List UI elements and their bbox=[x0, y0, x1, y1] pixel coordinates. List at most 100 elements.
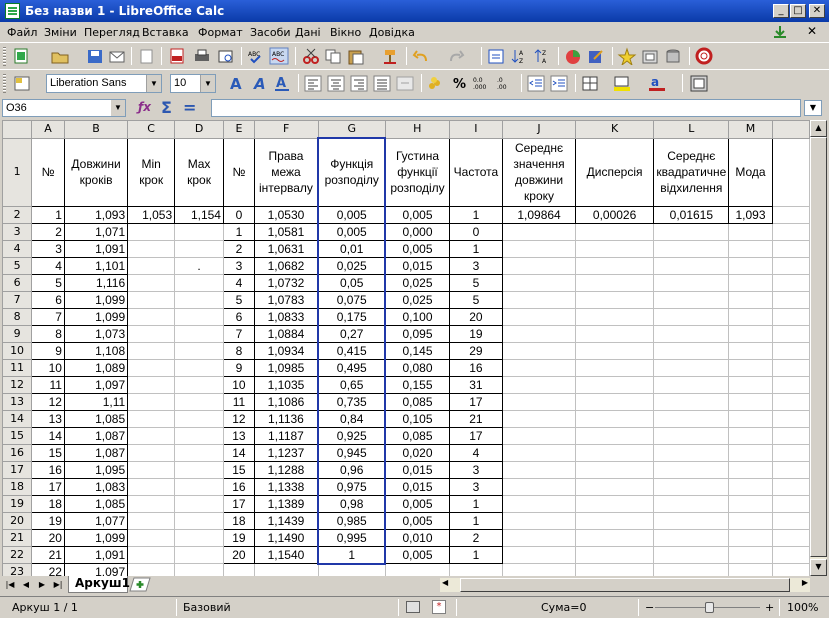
cell[interactable]: 1,095 bbox=[63, 460, 129, 479]
name-box[interactable]: O36 ▼ bbox=[2, 99, 126, 117]
cell[interactable] bbox=[127, 477, 176, 496]
cell[interactable]: 3 bbox=[222, 256, 255, 275]
cell[interactable] bbox=[127, 511, 176, 530]
cell[interactable]: 0,095 bbox=[384, 324, 450, 343]
cell[interactable] bbox=[174, 563, 224, 576]
clone-formatting-icon[interactable] bbox=[380, 47, 400, 65]
scroll-down-icon[interactable]: ▼ bbox=[810, 559, 827, 576]
column-header[interactable]: A bbox=[31, 120, 65, 139]
cell[interactable] bbox=[653, 511, 730, 530]
row-header[interactable]: 14 bbox=[2, 409, 33, 428]
expand-formula-icon[interactable]: ▼ bbox=[804, 100, 822, 116]
font-size-combo[interactable]: 10 ▼ bbox=[170, 74, 216, 93]
cell[interactable] bbox=[771, 137, 810, 207]
cell[interactable]: 1,101 bbox=[63, 256, 129, 275]
percent-format-icon[interactable]: % bbox=[449, 74, 469, 92]
cell[interactable] bbox=[174, 324, 224, 343]
cell[interactable] bbox=[653, 273, 730, 292]
cell[interactable] bbox=[174, 477, 224, 496]
first-sheet-icon[interactable]: |◀ bbox=[4, 578, 16, 591]
sheet-tab-active[interactable]: Аркуш1 bbox=[68, 576, 130, 593]
header-cell[interactable]: Max крок bbox=[174, 137, 224, 207]
chevron-down-icon[interactable]: ▼ bbox=[200, 75, 215, 92]
cell[interactable]: 19 bbox=[222, 528, 255, 547]
cell[interactable] bbox=[502, 563, 576, 576]
data-sources-icon[interactable] bbox=[663, 47, 683, 65]
cell[interactable]: . bbox=[174, 256, 224, 275]
row-header[interactable]: 5 bbox=[2, 256, 33, 275]
cell[interactable]: 1,097 bbox=[63, 375, 129, 394]
cell[interactable] bbox=[728, 528, 773, 547]
cell[interactable]: 0,735 bbox=[317, 392, 387, 411]
cell[interactable]: 0,005 bbox=[317, 205, 387, 224]
chevron-down-icon[interactable]: ▼ bbox=[146, 75, 161, 92]
cell[interactable]: 19 bbox=[31, 511, 65, 530]
cell[interactable]: 0,000 bbox=[384, 222, 450, 241]
cell[interactable]: 16 bbox=[31, 460, 65, 479]
column-header[interactable]: G bbox=[317, 120, 386, 139]
cell[interactable] bbox=[574, 426, 655, 445]
cell[interactable]: 0 bbox=[448, 222, 504, 241]
cell[interactable] bbox=[174, 290, 224, 309]
cell[interactable]: 1 bbox=[448, 494, 504, 513]
cell[interactable]: 1 bbox=[317, 545, 387, 565]
cell[interactable] bbox=[728, 256, 773, 275]
align-right-icon[interactable] bbox=[349, 74, 369, 92]
cell[interactable] bbox=[127, 409, 176, 428]
cell[interactable] bbox=[728, 375, 773, 394]
cell[interactable]: 1,099 bbox=[63, 290, 129, 309]
menu-help[interactable]: Довідка bbox=[369, 26, 415, 39]
cell[interactable]: 1,0732 bbox=[253, 273, 319, 292]
cell[interactable]: 1,091 bbox=[63, 545, 129, 564]
cell[interactable]: 13 bbox=[31, 409, 65, 428]
cell[interactable]: 13 bbox=[222, 426, 255, 445]
cell[interactable]: 1,1187 bbox=[253, 426, 319, 445]
cell[interactable]: 0,080 bbox=[384, 358, 450, 377]
prev-sheet-icon[interactable]: ◀ bbox=[20, 578, 32, 591]
header-cell[interactable]: Довжини кроків bbox=[63, 137, 129, 207]
column-header[interactable]: E bbox=[222, 120, 255, 139]
cell[interactable]: 1,1035 bbox=[253, 375, 319, 394]
cell[interactable]: 0,075 bbox=[317, 290, 387, 309]
cell[interactable] bbox=[174, 528, 224, 547]
cell[interactable] bbox=[574, 273, 655, 292]
sort-ascending-icon[interactable]: AZ bbox=[509, 47, 529, 65]
cell[interactable] bbox=[574, 528, 655, 547]
cell[interactable]: 1,0682 bbox=[253, 256, 319, 275]
toolbar-grip[interactable] bbox=[3, 74, 6, 93]
cell[interactable] bbox=[653, 307, 730, 326]
cell[interactable]: 1,099 bbox=[63, 528, 129, 547]
row-header[interactable]: 9 bbox=[2, 324, 33, 343]
cell[interactable] bbox=[653, 443, 730, 462]
cut-icon[interactable] bbox=[301, 47, 321, 65]
draw-functions-icon[interactable] bbox=[586, 47, 606, 65]
cell[interactable] bbox=[728, 307, 773, 326]
navigator-icon[interactable] bbox=[486, 47, 506, 65]
cell[interactable] bbox=[771, 375, 810, 394]
column-header[interactable]: C bbox=[127, 120, 176, 139]
cell[interactable]: 1,085 bbox=[63, 409, 129, 428]
menu-view[interactable]: Перегляд bbox=[84, 26, 140, 39]
cell[interactable] bbox=[771, 409, 810, 428]
cell[interactable] bbox=[771, 239, 810, 258]
increase-indent-icon[interactable] bbox=[549, 74, 569, 92]
row-header[interactable]: 1 bbox=[2, 137, 33, 207]
spellcheck-icon[interactable]: ABC bbox=[246, 47, 266, 65]
cell[interactable] bbox=[502, 290, 576, 309]
cell[interactable]: 0,025 bbox=[384, 273, 450, 292]
cell[interactable] bbox=[174, 494, 224, 513]
cell[interactable] bbox=[502, 528, 576, 547]
cell[interactable] bbox=[653, 239, 730, 258]
cell[interactable]: 3 bbox=[448, 460, 504, 479]
cell[interactable]: 4 bbox=[31, 256, 65, 275]
cell[interactable]: 10 bbox=[31, 358, 65, 377]
cell[interactable] bbox=[174, 307, 224, 326]
cell[interactable] bbox=[127, 358, 176, 377]
cell[interactable] bbox=[574, 511, 655, 530]
cell[interactable] bbox=[574, 256, 655, 275]
cell[interactable] bbox=[574, 477, 655, 496]
cell[interactable]: 0,010 bbox=[384, 528, 450, 547]
cell[interactable]: 1,0833 bbox=[253, 307, 319, 326]
cell[interactable]: 19 bbox=[448, 324, 504, 343]
cell[interactable]: 1 bbox=[448, 239, 504, 258]
